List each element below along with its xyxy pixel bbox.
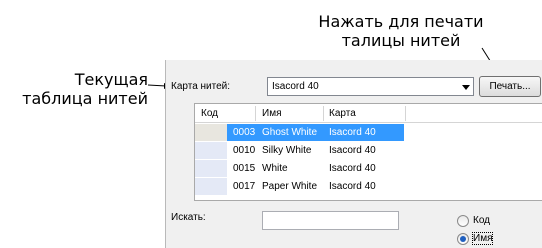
grid-header: Код Имя Карта bbox=[195, 104, 542, 123]
cell-name: Paper White bbox=[262, 181, 318, 192]
table-row[interactable]: 0010 Silky White Isacord 40 bbox=[195, 142, 542, 159]
color-swatch bbox=[195, 124, 227, 141]
thread-chart-panel: Карта нитей: Isacord 40 Печать... Код Им… bbox=[165, 60, 542, 248]
cell-chart: Isacord 40 bbox=[329, 145, 376, 156]
cell-code: 0010 bbox=[233, 145, 256, 156]
radio-name[interactable] bbox=[457, 233, 469, 245]
cell-code: 0003 bbox=[233, 127, 256, 138]
table-row[interactable]: 0003 Ghost White Isacord 40 bbox=[195, 124, 542, 141]
print-button[interactable]: Печать... bbox=[479, 76, 541, 97]
table-row[interactable]: 0017 Paper White Isacord 40 bbox=[195, 178, 542, 195]
thread-grid[interactable]: Код Имя Карта 0003 Ghost White Isacord 4… bbox=[194, 103, 542, 201]
callout-print-chart: Нажать для печати талицы нитей bbox=[278, 12, 524, 50]
cell-name: White bbox=[262, 163, 288, 174]
column-divider[interactable] bbox=[405, 106, 406, 121]
callout-current-line2: таблица нитей bbox=[22, 89, 148, 108]
column-header-name[interactable]: Имя bbox=[262, 108, 281, 119]
callout-print-line2: талицы нитей bbox=[341, 31, 461, 50]
cell-name: Ghost White bbox=[262, 127, 318, 138]
radio-code-label[interactable]: Код bbox=[473, 215, 490, 226]
callout-print-line1: Нажать для печати bbox=[318, 12, 484, 31]
chart-select[interactable]: Isacord 40 bbox=[267, 77, 474, 96]
column-divider[interactable] bbox=[255, 106, 256, 121]
cell-chart: Isacord 40 bbox=[329, 181, 376, 192]
callout-current-chart: Текущая таблица нитей bbox=[0, 70, 148, 108]
cell-name: Silky White bbox=[262, 145, 312, 156]
search-label: Искать: bbox=[171, 212, 206, 223]
cell-chart: Isacord 40 bbox=[329, 163, 376, 174]
cell-chart: Isacord 40 bbox=[329, 127, 376, 138]
callout-current-line1: Текущая bbox=[74, 70, 148, 89]
column-divider[interactable] bbox=[323, 106, 324, 121]
column-header-code[interactable]: Код bbox=[201, 108, 218, 119]
cell-code: 0015 bbox=[233, 163, 256, 174]
radio-name-label[interactable]: Имя bbox=[471, 232, 494, 245]
color-swatch bbox=[195, 142, 227, 159]
table-row[interactable]: 0015 White Isacord 40 bbox=[195, 160, 542, 177]
color-swatch bbox=[195, 178, 227, 195]
chart-select-value: Isacord 40 bbox=[272, 81, 319, 92]
color-swatch bbox=[195, 160, 227, 177]
chart-label: Карта нитей: bbox=[171, 81, 231, 92]
chevron-down-icon[interactable] bbox=[462, 85, 470, 90]
search-input[interactable] bbox=[262, 211, 399, 230]
radio-code[interactable] bbox=[457, 215, 469, 227]
column-header-chart[interactable]: Карта bbox=[329, 108, 356, 119]
cell-code: 0017 bbox=[233, 181, 256, 192]
